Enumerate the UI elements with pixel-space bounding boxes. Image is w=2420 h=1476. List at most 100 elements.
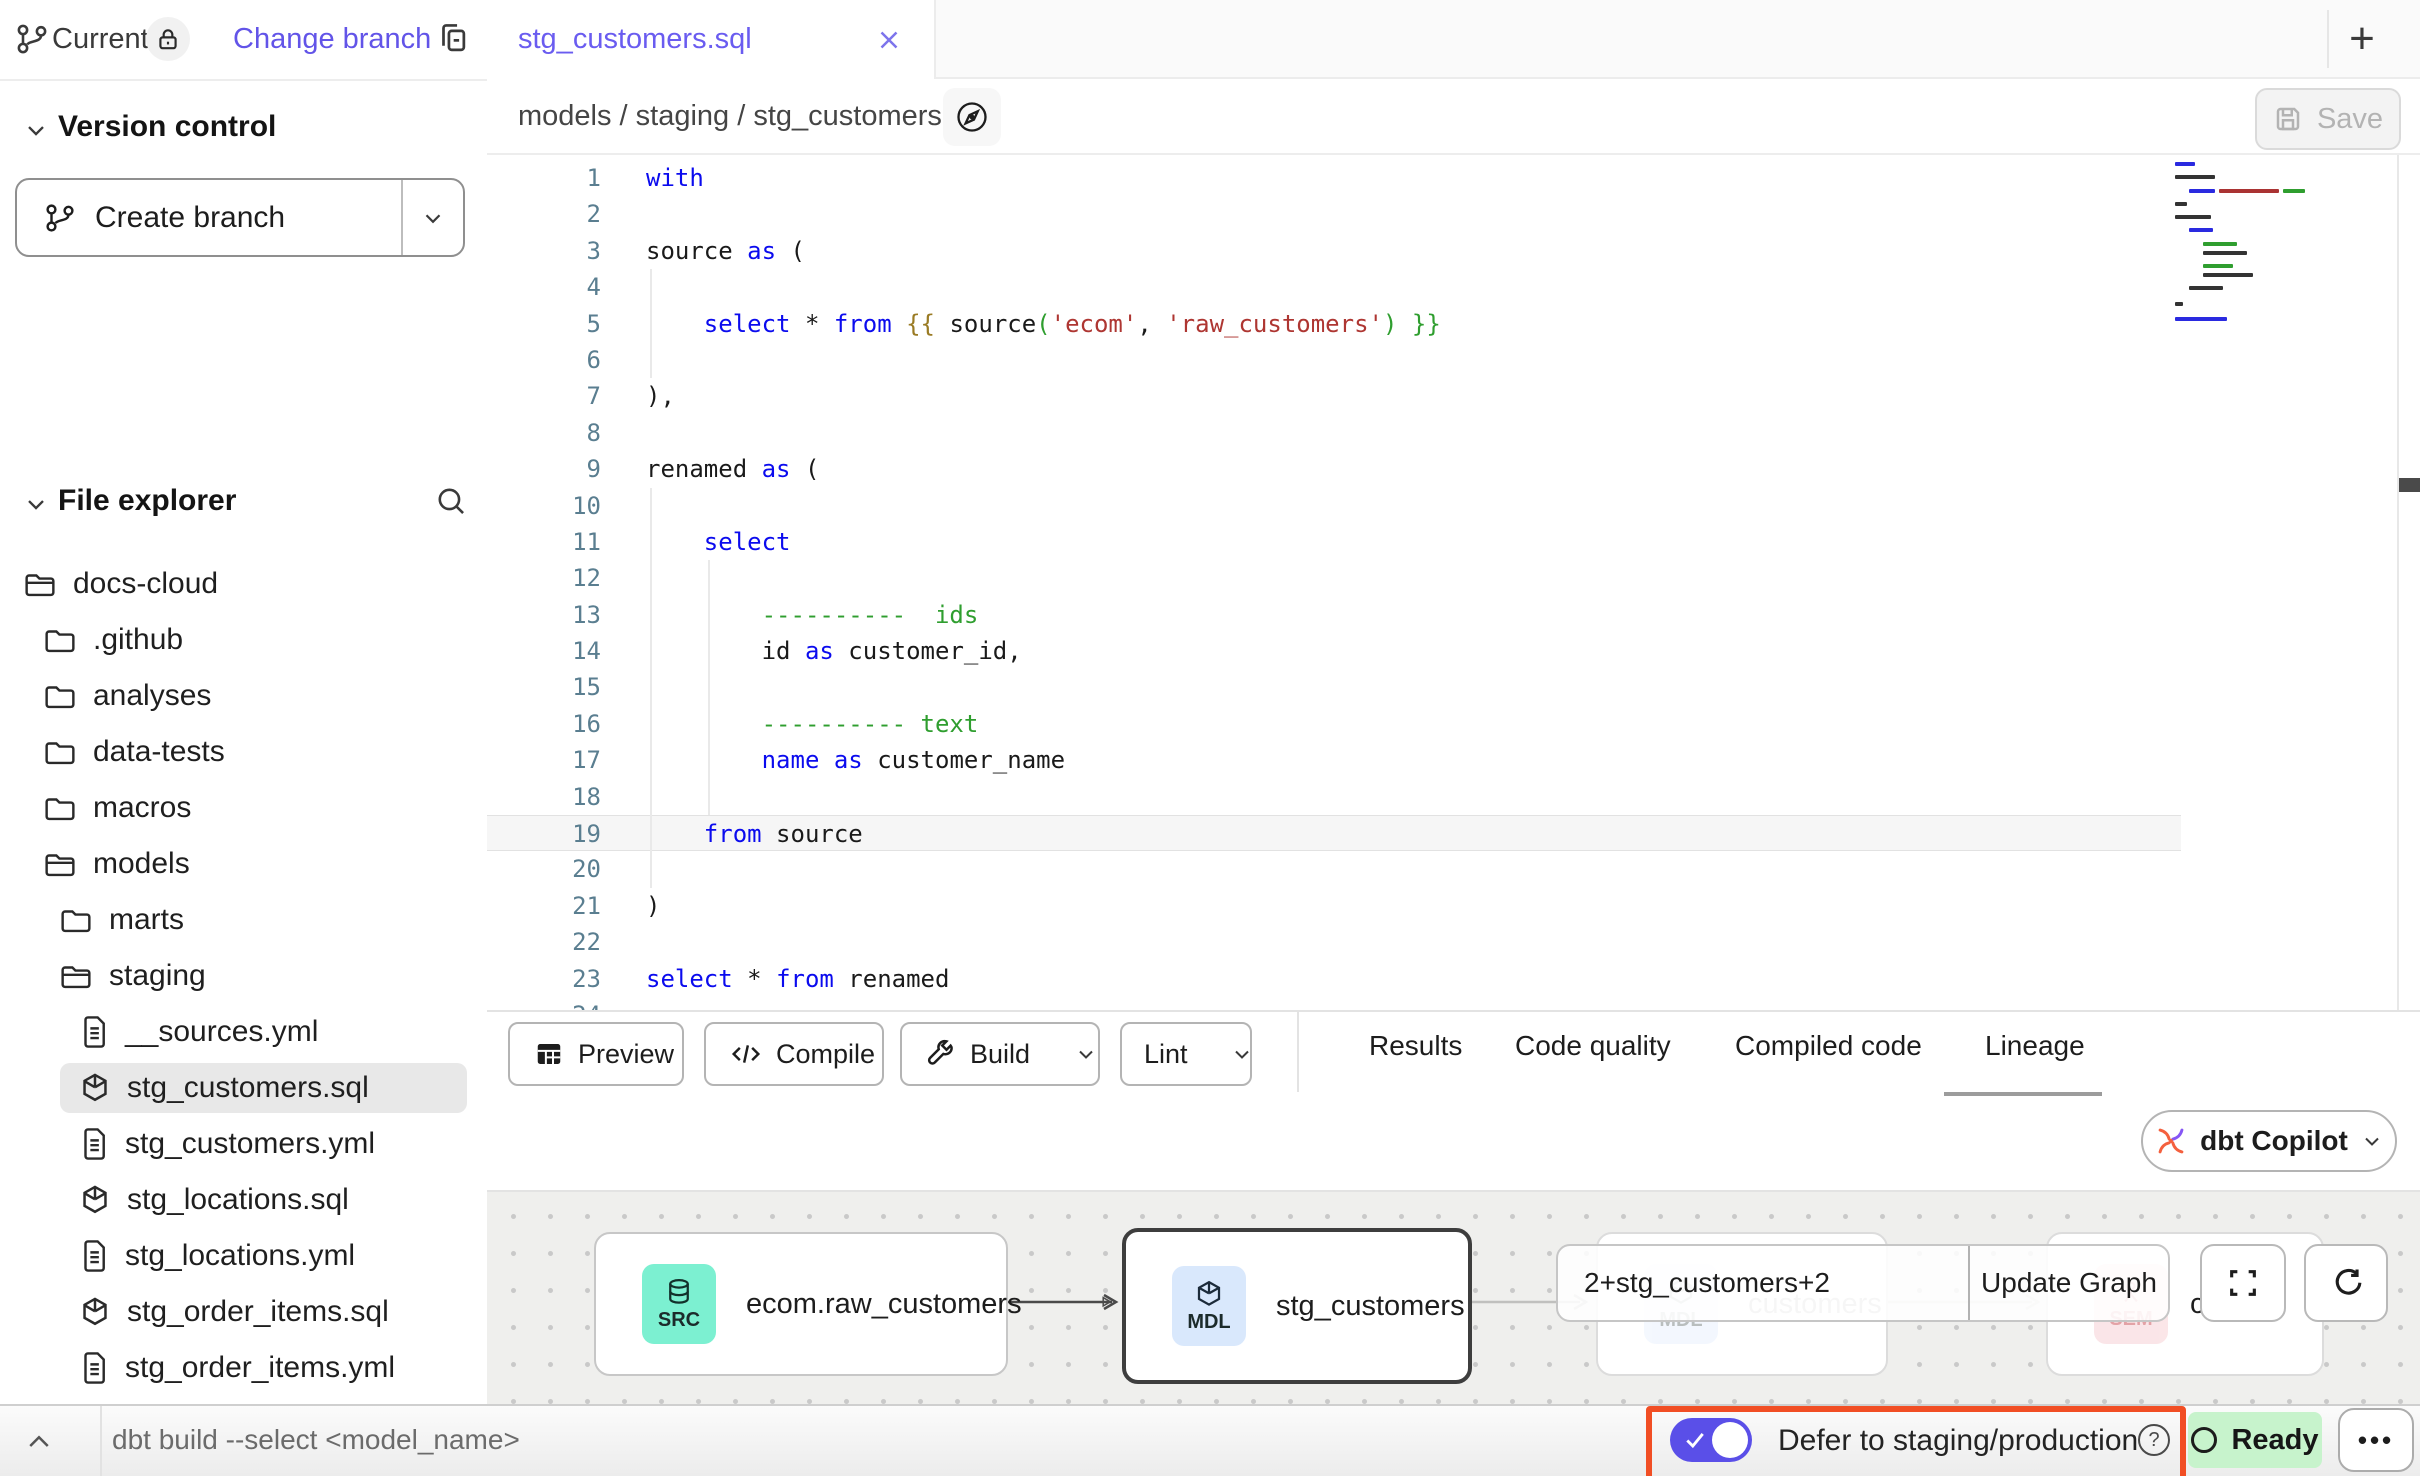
tree-item-docs-cloud[interactable]: docs-cloud (0, 556, 487, 612)
folder-icon (43, 792, 77, 824)
lint-button[interactable]: Lint (1120, 1022, 1252, 1086)
code-line[interactable]: 22 (487, 924, 2181, 960)
dbt-copilot-label: dbt Copilot (2200, 1125, 2348, 1157)
fullscreen-button[interactable] (2200, 1244, 2286, 1322)
lineage-node-source[interactable]: SRC ecom.raw_customers (594, 1232, 1008, 1376)
code-line[interactable]: 2 (487, 196, 2181, 232)
code-line[interactable]: 7), (487, 378, 2181, 414)
code-text: select * from renamed (646, 961, 949, 997)
version-control-title: Version control (58, 110, 276, 144)
tree-item-analyses[interactable]: analyses (0, 668, 487, 724)
code-line[interactable]: 6 (487, 342, 2181, 378)
code-line[interactable]: 8 (487, 415, 2181, 451)
create-branch-label: Create branch (95, 201, 285, 235)
code-line[interactable]: 13 ---------- ids (487, 597, 2181, 633)
change-branch-link[interactable]: Change branch (233, 23, 431, 56)
save-button[interactable]: Save (2255, 88, 2401, 150)
build-dropdown[interactable] (1054, 1024, 1118, 1084)
version-control-chevron-icon[interactable] (22, 116, 50, 144)
tab-lineage[interactable]: Lineage (1985, 1030, 2085, 1062)
help-icon[interactable]: ? (2138, 1424, 2170, 1456)
tree-item-stg-locations-sql[interactable]: stg_locations.sql (0, 1172, 487, 1228)
tree-item-models[interactable]: models (0, 836, 487, 892)
preview-button[interactable]: Preview (508, 1022, 684, 1086)
code-line[interactable]: 16 ---------- text (487, 706, 2181, 742)
tab-stg-customers[interactable]: stg_customers.sql (487, 0, 936, 79)
dbt-copilot-button[interactable]: dbt Copilot (2141, 1110, 2397, 1172)
dbt-cloud-ide: Current Change branch Version control (0, 0, 2420, 1476)
code-line[interactable]: 10 (487, 488, 2181, 524)
tab-code-quality[interactable]: Code quality (1515, 1030, 1671, 1062)
code-line-active[interactable]: 19 from source (487, 815, 2181, 851)
code-line[interactable]: 9renamed as ( (487, 451, 2181, 487)
code-line[interactable]: 24 (487, 997, 2181, 1010)
compile-button[interactable]: Compile (704, 1022, 884, 1086)
code-text: ---------- ids (646, 597, 978, 633)
divider (100, 1406, 102, 1476)
defer-toggle[interactable] (1670, 1418, 1752, 1462)
code-line[interactable]: 18 (487, 779, 2181, 815)
tree-item-stg-order-items-yml[interactable]: stg_order_items.yml (0, 1340, 487, 1396)
tree-item--github[interactable]: .github (0, 612, 487, 668)
code-line[interactable]: 20 (487, 851, 2181, 887)
code-line[interactable]: 21) (487, 888, 2181, 924)
tab-results[interactable]: Results (1369, 1030, 1462, 1062)
code-line[interactable]: 17 name as customer_name (487, 742, 2181, 778)
line-number: 8 (487, 415, 601, 451)
tree-item-stg-locations-yml[interactable]: stg_locations.yml (0, 1228, 487, 1284)
tree-item-data-tests[interactable]: data-tests (0, 724, 487, 780)
refresh-button[interactable] (2304, 1244, 2388, 1322)
wrench-icon (926, 1039, 956, 1069)
code-line[interactable]: 3source as ( (487, 233, 2181, 269)
tree-item-label: __sources.yml (125, 1015, 318, 1049)
indent-guide (650, 488, 652, 888)
code-line[interactable]: 5 select * from {{ source('ecom', 'raw_c… (487, 306, 2181, 342)
tree-item-macros[interactable]: macros (0, 780, 487, 836)
build-button[interactable]: Build (900, 1022, 1100, 1086)
lineage-node-stg-customers[interactable]: MDL stg_customers (1122, 1228, 1472, 1384)
copy-icon[interactable] (434, 20, 472, 58)
code-lines[interactable]: 1with23source as (45 select * from {{ so… (487, 160, 2181, 1010)
chevron-down-icon (2360, 1129, 2384, 1153)
command-input[interactable]: dbt build --select <model_name> (112, 1424, 520, 1456)
code-line[interactable]: 11 select (487, 524, 2181, 560)
folder-icon (43, 680, 77, 712)
file-explorer-title: File explorer (58, 484, 236, 518)
code-text: renamed as ( (646, 451, 819, 487)
tree-item-stg-order-items-sql[interactable]: stg_order_items.sql (0, 1284, 487, 1340)
new-tab-button[interactable]: + (2338, 12, 2386, 66)
navigate-chip[interactable] (943, 88, 1001, 146)
code-line[interactable]: 4 (487, 269, 2181, 305)
scrollbar-thumb[interactable] (2399, 478, 2420, 492)
tree-item--sources-yml[interactable]: __sources.yml (0, 1004, 487, 1060)
tree-item-staging[interactable]: staging (0, 948, 487, 1004)
code-line[interactable]: 15 (487, 669, 2181, 705)
tab-compiled-code[interactable]: Compiled code (1735, 1030, 1922, 1062)
create-branch-dropdown[interactable] (403, 180, 463, 255)
line-number: 1 (487, 160, 601, 196)
search-icon[interactable] (434, 484, 470, 520)
tree-item-label: models (93, 847, 190, 881)
more-menu-button[interactable]: ••• (2338, 1408, 2414, 1472)
tree-item-marts[interactable]: marts (0, 892, 487, 948)
tree-item-stg-customers-sql[interactable]: stg_customers.sql (0, 1060, 487, 1116)
lint-dropdown[interactable] (1210, 1024, 1274, 1084)
tree-item-label: macros (93, 791, 191, 825)
update-graph-button[interactable]: Update Graph (1970, 1246, 2168, 1320)
code-line[interactable]: 12 (487, 560, 2181, 596)
chevron-up-icon[interactable] (24, 1428, 54, 1454)
line-number: 3 (487, 233, 601, 269)
tree-item-label: .github (93, 623, 183, 657)
code-line[interactable]: 23select * from renamed (487, 961, 2181, 997)
lineage-selector-input[interactable]: 2+stg_customers+2 (1558, 1246, 1968, 1320)
file-explorer-chevron-icon[interactable] (22, 490, 50, 518)
minimap[interactable] (2175, 162, 2365, 342)
code-line[interactable]: 14 id as customer_id, (487, 633, 2181, 669)
breadcrumb: models / staging / stg_customers.sql (518, 100, 987, 133)
close-icon[interactable] (874, 25, 904, 55)
tree-item-stg-customers-yml[interactable]: stg_customers.yml (0, 1116, 487, 1172)
code-line[interactable]: 1with (487, 160, 2181, 196)
preview-label: Preview (578, 1039, 674, 1070)
create-branch-button[interactable]: Create branch (15, 178, 465, 257)
line-number: 22 (487, 924, 601, 960)
